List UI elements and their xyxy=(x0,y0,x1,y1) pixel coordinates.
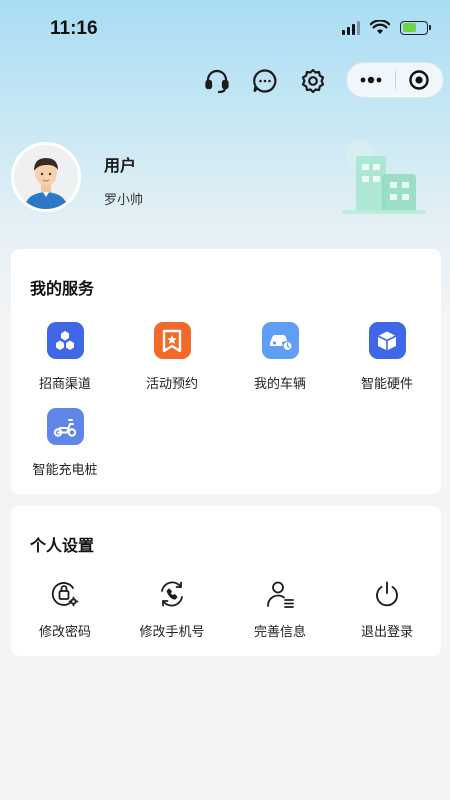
status-bar: 11:16 xyxy=(0,0,450,56)
setting-label: 修改密码 xyxy=(38,625,91,640)
services-card: 我的服务 招商渠道 活动预约 我的车辆 智能硬件 智能充电桩 xyxy=(11,249,441,494)
person-list-icon xyxy=(263,577,297,611)
user-avatar-icon xyxy=(14,145,78,209)
cellular-signal-icon xyxy=(342,20,360,35)
car-icon xyxy=(261,322,299,359)
top-action-bar xyxy=(0,62,450,98)
profile-section: 用户 罗小帅 xyxy=(0,140,450,220)
service-label: 智能硬件 xyxy=(360,377,413,392)
setting-item-change-phone[interactable]: 修改手机号 xyxy=(118,577,226,640)
target-circle-icon[interactable] xyxy=(396,63,444,97)
setting-label: 修改手机号 xyxy=(139,625,205,640)
service-item-smart-hardware[interactable]: 智能硬件 xyxy=(333,322,441,392)
services-title: 我的服务 xyxy=(30,279,95,298)
lock-gear-icon xyxy=(48,577,82,611)
service-label: 智能充电桩 xyxy=(32,463,98,478)
phone-refresh-icon xyxy=(155,577,189,611)
user-nickname: 罗小帅 xyxy=(104,193,144,208)
service-item-merchant-channel[interactable]: 招商渠道 xyxy=(11,322,119,392)
city-building-illustration xyxy=(342,140,426,214)
wifi-icon xyxy=(370,20,390,34)
settings-title: 个人设置 xyxy=(30,536,95,555)
hexagon-cluster-icon xyxy=(46,322,84,359)
setting-label: 退出登录 xyxy=(360,625,413,640)
service-item-my-vehicle[interactable]: 我的车辆 xyxy=(226,322,334,392)
settings-card: 个人设置 修改密码 修改手机号 完善信息 退出登录 xyxy=(11,506,441,656)
setting-item-logout[interactable]: 退出登录 xyxy=(333,577,441,640)
service-item-event-booking[interactable]: 活动预约 xyxy=(118,322,226,392)
mini-program-capsule xyxy=(346,62,444,98)
user-name: 用户 xyxy=(104,156,137,175)
setting-item-complete-info[interactable]: 完善信息 xyxy=(226,577,334,640)
chat-bubble-icon[interactable] xyxy=(248,64,282,98)
gear-icon[interactable] xyxy=(296,64,330,98)
setting-item-change-password[interactable]: 修改密码 xyxy=(11,577,119,640)
bookmark-star-icon xyxy=(153,322,191,359)
battery-level xyxy=(402,23,417,32)
battery-icon xyxy=(400,20,431,35)
cube-icon xyxy=(368,322,406,359)
service-label: 我的车辆 xyxy=(253,377,306,392)
avatar[interactable] xyxy=(11,142,81,212)
service-item-smart-charging-pile[interactable]: 智能充电桩 xyxy=(11,408,119,478)
service-label: 招商渠道 xyxy=(38,377,91,392)
power-icon xyxy=(370,577,404,611)
scooter-icon xyxy=(46,408,84,445)
more-dots-icon[interactable] xyxy=(347,63,395,97)
status-icons xyxy=(342,20,431,35)
setting-label: 完善信息 xyxy=(253,625,306,640)
status-time: 11:16 xyxy=(50,18,98,39)
headset-icon[interactable] xyxy=(200,64,234,98)
service-label: 活动预约 xyxy=(145,377,198,392)
